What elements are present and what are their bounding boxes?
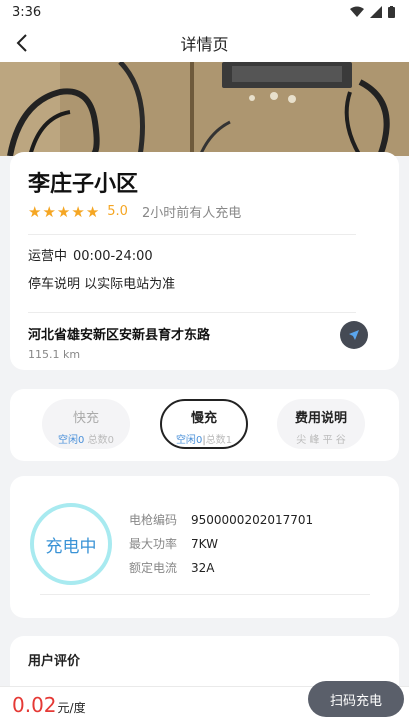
signal-icon [370,6,382,18]
station-photo [0,62,409,156]
page-title: 详情页 [180,35,229,54]
spec-value: 7KW [191,537,218,551]
nav-bar: 详情页 [0,24,409,62]
star-icon: ★ [42,202,56,221]
divider [40,594,370,595]
status-time: 3:36 [12,4,42,20]
total-count: 1 [225,435,233,446]
parking-note: 停车说明 以实际电站为准 [28,277,176,292]
total-count: 0 [107,435,114,446]
operating-hours: 运营中 00:00-24:00 [28,245,153,264]
spec-rated-current: 额定电流 32A [129,559,214,576]
free-label: 空闲 [175,435,196,446]
divider [28,312,356,313]
wifi-icon [350,6,364,17]
station-photo-image [0,62,409,156]
spec-label: 最大功率 [129,537,178,551]
station-info-card: 李庄子小区 ★ ★ ★ ★ ★ 5.0 2小时前有人充电 运营中 00:00-24… [10,152,399,370]
tab-fast-charge[interactable]: 快充 空闲0 总数0 [42,399,130,449]
rating-value: 5.0 [107,204,128,219]
status-icons [350,6,395,18]
operating-status: 运营中 [28,249,68,264]
spec-value: 32A [191,561,215,575]
tab-counts: 空闲0|总数1 [175,435,233,446]
tab-label: 慢充 [190,411,217,426]
navigate-icon [349,330,359,340]
charging-status: 充电中 [45,536,97,557]
charger-type-tabs: 快充 空闲0 总数0 慢充 空闲0|总数1 费用说明 尖 峰 平 谷 [10,389,399,461]
station-distance: 115.1 km [28,348,81,361]
last-charge-text: 2小时前有人充电 [141,206,242,221]
tab-fee-sub: 尖 峰 平 谷 [296,435,346,446]
spec-value: 9500000202017701 [191,513,314,527]
price-value: 0.02 [12,693,57,717]
rating-stars: ★ ★ ★ ★ ★ [28,204,99,220]
tab-slow-charge[interactable]: 慢充 空闲0|总数1 [160,399,248,449]
tab-counts: 空闲0 总数0 [42,431,130,446]
price: 0.02 元/度 [12,693,86,717]
star-icon: ★ [56,202,71,221]
divider [28,234,356,235]
reviews-title: 用户评价 [28,654,81,669]
bottom-bar: 0.02 元/度 扫码充电 [0,681,409,728]
status-bar: 3:36 [0,0,409,24]
hours-value: 00:00-24:00 [73,249,153,264]
star-icon: ★ [85,202,100,221]
back-button[interactable] [10,31,34,55]
spec-max-power: 最大功率 7KW [129,535,218,552]
navigate-button[interactable] [340,321,368,349]
tab-label: 费用说明 [294,411,347,426]
spec-label: 电枪编码 [129,513,178,527]
price-unit: 元/度 [57,701,86,715]
star-icon: ★ [28,202,42,221]
tab-label: 快充 [72,411,99,426]
back-arrow-icon [16,34,27,52]
free-label: 空闲 [58,435,79,446]
scan-charge-button[interactable]: 扫码充电 [308,681,404,717]
rating-row: ★ ★ ★ ★ ★ 5.0 2小时前有人充电 [28,202,242,222]
total-label: 总数 [87,435,108,446]
total-label: 总数 [205,435,226,446]
free-count: 0 [78,435,85,446]
spec-label: 额定电流 [129,561,178,575]
tab-fee-info[interactable]: 费用说明 尖 峰 平 谷 [277,399,365,449]
star-icon: ★ [71,202,85,221]
charging-gun-card: 充电中 电枪编码 9500000202017701 最大功率 7KW 额定电流 32A [10,476,399,618]
spec-gun-code: 电枪编码 9500000202017701 [129,511,313,528]
charging-status-ring: 充电中 [30,503,112,585]
station-name: 李庄子小区 [28,172,139,197]
battery-icon [388,6,395,18]
station-address: 河北省雄安新区安新县育才东路 [28,328,211,343]
